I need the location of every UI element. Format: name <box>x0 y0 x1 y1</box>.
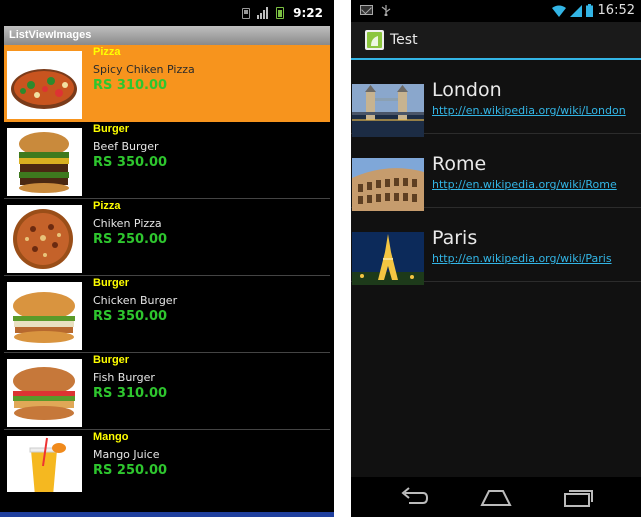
bottom-edge <box>0 492 334 517</box>
city-name: London <box>432 79 502 101</box>
wifi-icon <box>552 5 566 17</box>
usb-icon <box>381 5 391 16</box>
city-link[interactable]: http://en.wikipedia.org/wiki/Paris <box>432 252 612 265</box>
app-title-bar: ListViewImages <box>4 26 330 45</box>
food-name: Chiken Pizza <box>93 217 162 230</box>
food-price: RS 310.00 <box>93 386 168 401</box>
food-list-item[interactable]: Burger Beef Burger RS 350.00 <box>4 122 330 199</box>
city-list-item[interactable]: London http://en.wikipedia.org/wiki/Lond… <box>351 60 641 137</box>
food-price: RS 310.00 <box>93 78 168 93</box>
taskbar-strip <box>0 512 334 517</box>
food-list-item[interactable]: Pizza Spicy Chiken Pizza RS 310.00 <box>4 45 330 122</box>
food-category: Burger <box>93 123 130 135</box>
city-link[interactable]: http://en.wikipedia.org/wiki/London <box>432 104 626 117</box>
food-category: Pizza <box>93 46 121 58</box>
eiffel-tower-image <box>352 232 424 285</box>
food-list-item[interactable]: Burger Chicken Burger RS 350.00 <box>4 276 330 353</box>
food-price: RS 350.00 <box>93 309 168 324</box>
home-icon[interactable] <box>479 485 513 509</box>
food-name: Chicken Burger <box>93 294 178 307</box>
recent-apps-icon[interactable] <box>561 485 595 509</box>
food-price: RS 250.00 <box>93 232 168 247</box>
app-icon[interactable] <box>365 30 384 50</box>
food-category: Burger <box>93 277 130 289</box>
food-name: Fish Burger <box>93 371 155 384</box>
chicken-pizza-image <box>7 205 82 273</box>
food-category: Burger <box>93 354 130 366</box>
signal-icon <box>570 5 582 17</box>
colosseum-image <box>352 158 424 211</box>
right-phone-screen: 16:52 Test London http://en.wikipedia.or… <box>351 0 641 517</box>
status-time: 16:52 <box>597 3 635 18</box>
food-name: Mango Juice <box>93 448 160 461</box>
food-list-item[interactable]: Mango Mango Juice RS 250.00 <box>4 430 330 492</box>
chicken-burger-image <box>7 282 82 350</box>
food-list-item[interactable]: Pizza Chiken Pizza RS 250.00 <box>4 199 330 276</box>
mango-juice-image <box>7 436 82 492</box>
screenshot-root: 9:22 ListViewImages Pizza Spicy Chiken P… <box>0 0 641 517</box>
city-link[interactable]: http://en.wikipedia.org/wiki/Rome <box>432 178 617 191</box>
status-bar: 9:22 <box>0 0 334 26</box>
food-name: Spicy Chiken Pizza <box>93 63 195 76</box>
fish-burger-image <box>7 359 82 427</box>
city-list-item[interactable]: Rome http://en.wikipedia.org/wiki/Rome <box>351 134 641 211</box>
app-title: Test <box>390 32 418 48</box>
status-bar: 16:52 <box>351 0 641 22</box>
food-category: Mango <box>93 431 129 443</box>
city-list[interactable]: London http://en.wikipedia.org/wiki/Lond… <box>351 60 641 285</box>
city-name: Rome <box>432 153 487 175</box>
spicy-pizza-image <box>7 51 82 119</box>
food-list-item[interactable]: Burger Fish Burger RS 310.00 <box>4 353 330 430</box>
status-time: 9:22 <box>293 6 323 20</box>
action-bar: Test <box>351 22 641 60</box>
food-price: RS 250.00 <box>93 463 168 478</box>
food-list[interactable]: Pizza Spicy Chiken Pizza RS 310.00 Burge… <box>4 45 330 492</box>
divider <box>334 0 351 517</box>
city-name: Paris <box>432 227 478 249</box>
city-list-item[interactable]: Paris http://en.wikipedia.org/wiki/Paris <box>351 208 641 285</box>
signal-icon <box>257 7 269 19</box>
food-name: Beef Burger <box>93 140 159 153</box>
gmail-icon <box>360 5 373 15</box>
beef-burger-image <box>7 128 82 196</box>
left-phone-screen: 9:22 ListViewImages Pizza Spicy Chiken P… <box>0 0 334 517</box>
tower-bridge-image <box>352 84 424 137</box>
battery-charging-icon <box>276 7 284 19</box>
food-price: RS 350.00 <box>93 155 168 170</box>
food-category: Pizza <box>93 200 121 212</box>
battery-icon <box>586 4 593 17</box>
back-icon[interactable] <box>397 485 431 509</box>
navigation-bar <box>351 477 641 517</box>
sim-card-icon <box>242 7 250 19</box>
